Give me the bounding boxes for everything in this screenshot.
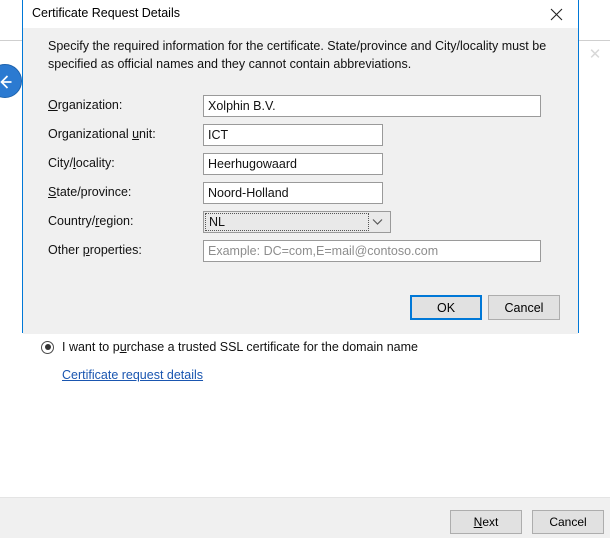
- dialog-ok-button[interactable]: OK: [410, 295, 482, 320]
- input-state-province[interactable]: [203, 182, 383, 204]
- purchase-certificate-radio-row[interactable]: I want to purchase a trusted SSL certifi…: [41, 340, 418, 354]
- purchase-certificate-radio-label: I want to purchase a trusted SSL certifi…: [62, 340, 418, 354]
- form-row-city-locality: City/locality:: [23, 153, 578, 175]
- form-row-organizational-unit: Organizational unit:: [23, 124, 578, 146]
- form-row-state-province: State/province:: [23, 182, 578, 204]
- label-other-properties: Other properties:: [48, 243, 142, 257]
- certificate-request-details-link[interactable]: Certificate request details: [62, 368, 203, 382]
- dialog-cancel-button[interactable]: Cancel: [488, 295, 560, 320]
- input-other-properties[interactable]: [203, 240, 541, 262]
- dialog-close-icon[interactable]: [534, 0, 578, 28]
- arrow-left-icon: [0, 75, 12, 89]
- label-city-locality: City/locality:: [48, 156, 115, 170]
- purchase-certificate-radio[interactable]: [41, 340, 54, 354]
- wizard-cancel-button[interactable]: Cancel: [532, 510, 604, 534]
- dialog-body: Specify the required information for the…: [23, 28, 578, 334]
- dialog-instruction-text: Specify the required information for the…: [48, 39, 547, 71]
- label-organization: Organization:: [48, 98, 123, 112]
- input-organization[interactable]: [203, 95, 541, 117]
- input-organizational-unit[interactable]: [203, 124, 383, 146]
- select-country-region[interactable]: NL: [203, 211, 391, 233]
- form-row-other-properties: Other properties:: [23, 240, 578, 262]
- select-value-country-region: NL: [205, 213, 369, 231]
- form-row-organization: Organization:: [23, 95, 578, 117]
- back-button[interactable]: [0, 64, 22, 98]
- dialog-title: Certificate Request Details: [32, 6, 180, 20]
- next-button[interactable]: Ne xt: [450, 510, 522, 534]
- radio-selected-dot: [44, 344, 51, 350]
- form-row-country-region: Country/region: NL: [23, 211, 578, 233]
- label-state-province: State/province:: [48, 185, 132, 199]
- label-country-region: Country/region:: [48, 214, 134, 228]
- chevron-down-icon[interactable]: [367, 212, 387, 232]
- label-organizational-unit: Organizational unit:: [48, 127, 156, 141]
- app-window: ✕ I want to purchase a trusted SSL certi…: [0, 0, 610, 538]
- dialog-titlebar: Certificate Request Details: [23, 0, 578, 28]
- certificate-request-details-dialog: Certificate Request Details Specify the …: [22, 0, 579, 334]
- input-city-locality[interactable]: [203, 153, 383, 175]
- close-icon[interactable]: ✕: [585, 45, 605, 65]
